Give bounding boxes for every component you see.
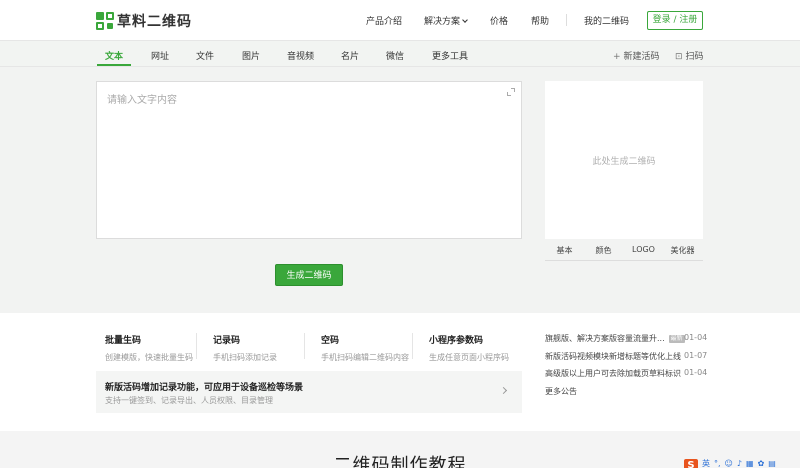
nav-solutions[interactable]: 解决方案 bbox=[424, 14, 468, 27]
news-date: 01-04 bbox=[684, 333, 708, 342]
tab-file[interactable]: 文件 bbox=[196, 49, 214, 62]
tab-image[interactable]: 图片 bbox=[242, 49, 260, 62]
qrcode-style-tabs: 基本 颜色 LOGO 美化器 bbox=[545, 239, 703, 261]
expand-icon[interactable] bbox=[507, 88, 515, 96]
tab-url[interactable]: 网址 bbox=[151, 49, 169, 62]
feature-title: 空码 bbox=[321, 336, 340, 346]
ime-language-indicator[interactable]: 英 bbox=[702, 458, 710, 468]
scan-label: 扫码 bbox=[685, 52, 704, 62]
feature-batch-generate[interactable]: 批量生码 创建模版，快速批量生码 bbox=[105, 333, 193, 363]
nav-solutions-label: 解决方案 bbox=[424, 17, 461, 27]
feature-title: 批量生码 bbox=[105, 336, 142, 346]
top-header: 草料二维码 产品介绍 解决方案 价格 帮助 我的二维码 登录 / 注册 bbox=[0, 0, 800, 40]
promo-banner[interactable]: 新版活码增加记录功能，可应用于设备巡检等场景 支持一键签到、记录导出、人员权限、… bbox=[96, 371, 522, 413]
news-item[interactable]: 高级版以上用户可去除加载页草料标识 bbox=[545, 368, 681, 379]
news-text: 旗舰版、解决方案版容量流量升... bbox=[545, 334, 665, 343]
tab-text[interactable]: 文本 bbox=[105, 49, 123, 62]
new-dynamic-code-button[interactable]: + 新建活码 bbox=[613, 49, 660, 62]
tab-audio-video[interactable]: 音视频 bbox=[287, 49, 314, 62]
ime-toolbar[interactable]: S 英 °, ☺ ♪ ▦ ✿ ▤ bbox=[684, 458, 776, 468]
style-tab-basic[interactable]: 基本 bbox=[545, 245, 584, 256]
style-tab-color[interactable]: 颜色 bbox=[584, 245, 623, 256]
feature-title: 小程序参数码 bbox=[429, 336, 484, 346]
news-item[interactable]: 新版活码视频模块新增标题等优化上线 bbox=[545, 351, 681, 362]
generate-qrcode-button[interactable]: 生成二维码 bbox=[275, 264, 343, 286]
feature-mini-program-code[interactable]: 小程序参数码 生成任意页面小程序码 bbox=[429, 333, 509, 363]
logo-icon bbox=[96, 11, 114, 30]
news-date: 01-07 bbox=[684, 351, 708, 360]
keyboard-icon[interactable]: ▦ bbox=[746, 459, 754, 468]
scan-button[interactable]: ⊡ 扫码 bbox=[675, 49, 704, 62]
qrcode-preview: 此处生成二维码 bbox=[545, 81, 703, 239]
nav-divider bbox=[566, 14, 567, 26]
tutorial-title: 二维码制作教程 bbox=[333, 455, 467, 468]
logo[interactable]: 草料二维码 bbox=[96, 11, 192, 30]
sogou-ime-icon[interactable]: S bbox=[684, 458, 698, 468]
nav-help[interactable]: 帮助 bbox=[531, 14, 549, 27]
nav-product-intro[interactable]: 产品介绍 bbox=[366, 14, 402, 27]
tab-more-tools[interactable]: 更多工具 bbox=[432, 49, 468, 62]
feature-record-code[interactable]: 记录码 手机扫码添加记录 bbox=[213, 333, 277, 363]
tab-wechat[interactable]: 微信 bbox=[386, 49, 404, 62]
microphone-icon[interactable]: ♪ bbox=[737, 459, 742, 468]
news-date: 01-04 bbox=[684, 368, 708, 377]
plus-icon: + bbox=[613, 52, 621, 62]
scan-icon: ⊡ bbox=[675, 52, 683, 62]
divider bbox=[304, 333, 305, 359]
chevron-down-icon bbox=[462, 17, 468, 23]
text-content-input[interactable]: 请输入文字内容 bbox=[96, 81, 522, 239]
feature-title: 记录码 bbox=[213, 336, 241, 346]
nav-pricing[interactable]: 价格 bbox=[490, 14, 508, 27]
toolbox-icon[interactable]: ▤ bbox=[768, 459, 776, 468]
new-dynamic-code-label: 新建活码 bbox=[623, 52, 660, 62]
feature-subtitle: 生成任意页面小程序码 bbox=[429, 353, 509, 362]
emoji-icon[interactable]: ☺ bbox=[725, 459, 733, 468]
style-tab-logo[interactable]: LOGO bbox=[624, 245, 663, 254]
type-tab-bar: 文本 网址 文件 图片 音视频 名片 微信 更多工具 + 新建活码 ⊡ 扫码 bbox=[0, 40, 800, 67]
divider bbox=[196, 333, 197, 359]
promo-subtitle: 支持一键签到、记录导出、人员权限、目录管理 bbox=[105, 396, 273, 405]
text-input-placeholder: 请输入文字内容 bbox=[107, 95, 177, 106]
style-tab-beautifier[interactable]: 美化器 bbox=[663, 245, 702, 256]
tab-business-card[interactable]: 名片 bbox=[341, 49, 359, 62]
feature-subtitle: 创建模版，快速批量生码 bbox=[105, 353, 193, 362]
promo-title: 新版活码增加记录功能，可应用于设备巡检等场景 bbox=[105, 383, 304, 393]
feature-subtitle: 手机扫码编辑二维码内容 bbox=[321, 353, 409, 362]
tutorial-section: 二维码制作教程 bbox=[0, 431, 800, 468]
feature-subtitle: 手机扫码添加记录 bbox=[213, 353, 277, 362]
generator-area: 请输入文字内容 生成二维码 此处生成二维码 基本 颜色 LOGO 美化器 bbox=[0, 67, 800, 313]
news-badge: 最新 bbox=[668, 335, 685, 343]
logo-text: 草料二维码 bbox=[117, 13, 192, 30]
qrcode-placeholder-text: 此处生成二维码 bbox=[592, 157, 656, 167]
punctuation-icon[interactable]: °, bbox=[714, 459, 721, 468]
features-section: 批量生码 创建模版，快速批量生码 记录码 手机扫码添加记录 空码 手机扫码编辑二… bbox=[0, 313, 800, 431]
divider bbox=[412, 333, 413, 359]
active-tab-indicator bbox=[97, 64, 131, 66]
feature-blank-code[interactable]: 空码 手机扫码编辑二维码内容 bbox=[321, 333, 409, 363]
shirt-icon[interactable]: ✿ bbox=[758, 459, 765, 468]
chevron-right-icon bbox=[499, 386, 508, 395]
more-news-link[interactable]: 更多公告 bbox=[545, 386, 577, 397]
news-item[interactable]: 旗舰版、解决方案版容量流量升... 最新 bbox=[545, 333, 685, 344]
nav-my-qrcodes[interactable]: 我的二维码 bbox=[584, 14, 629, 27]
login-register-button[interactable]: 登录 / 注册 bbox=[647, 11, 703, 30]
